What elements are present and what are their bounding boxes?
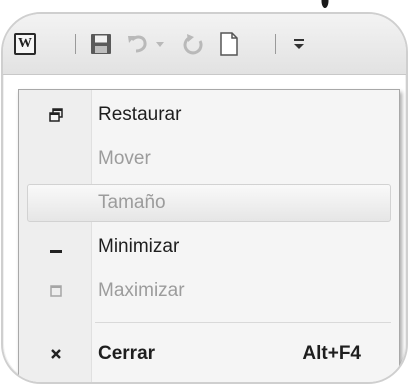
close-icon (47, 345, 65, 363)
maximize-icon (47, 282, 65, 300)
minimize-icon (47, 238, 65, 256)
undo-icon[interactable] (125, 31, 151, 57)
menu-item-restore[interactable]: Restaurar (19, 93, 399, 137)
menu-item-move[interactable]: Mover (19, 137, 399, 181)
toolbar-separator (75, 34, 76, 54)
menu-item-close[interactable]: Cerrar Alt+F4 (19, 332, 399, 376)
word-app-icon[interactable]: W (11, 31, 39, 57)
menu-separator (95, 322, 391, 323)
undo-dropdown-icon[interactable] (153, 31, 167, 57)
restore-icon (47, 106, 65, 124)
menu-item-label: Cerrar (98, 343, 156, 364)
screenshot-stage: W Restaurar Mover Tamaño Minimizar Maxim… (0, 0, 409, 388)
menu-item-label: Restaurar (98, 104, 182, 125)
toolbar-separator (275, 34, 276, 54)
word-logo: W (14, 33, 36, 55)
menu-item-size[interactable]: Tamaño (19, 181, 399, 225)
window-frame: W Restaurar Mover Tamaño Minimizar Maxim… (1, 12, 408, 384)
redo-icon[interactable] (181, 31, 207, 57)
menu-item-maximize[interactable]: Maximizar (19, 269, 399, 313)
customize-toolbar-icon[interactable] (289, 31, 309, 57)
quick-access-toolbar: W (3, 14, 406, 75)
close-shortcut: Alt+F4 (302, 343, 361, 364)
menu-item-label: Mover (98, 148, 151, 169)
menu-item-minimize[interactable]: Minimizar (19, 225, 399, 269)
new-document-icon[interactable] (217, 31, 241, 57)
menu-item-label: Minimizar (98, 236, 180, 257)
menu-item-label: Maximizar (98, 280, 185, 301)
save-icon[interactable] (88, 31, 114, 57)
window-system-menu: Restaurar Mover Tamaño Minimizar Maximiz… (18, 89, 400, 382)
menu-item-label: Tamaño (98, 192, 166, 213)
menu-item-highlight (27, 184, 391, 222)
cropped-glyph (320, 0, 330, 10)
